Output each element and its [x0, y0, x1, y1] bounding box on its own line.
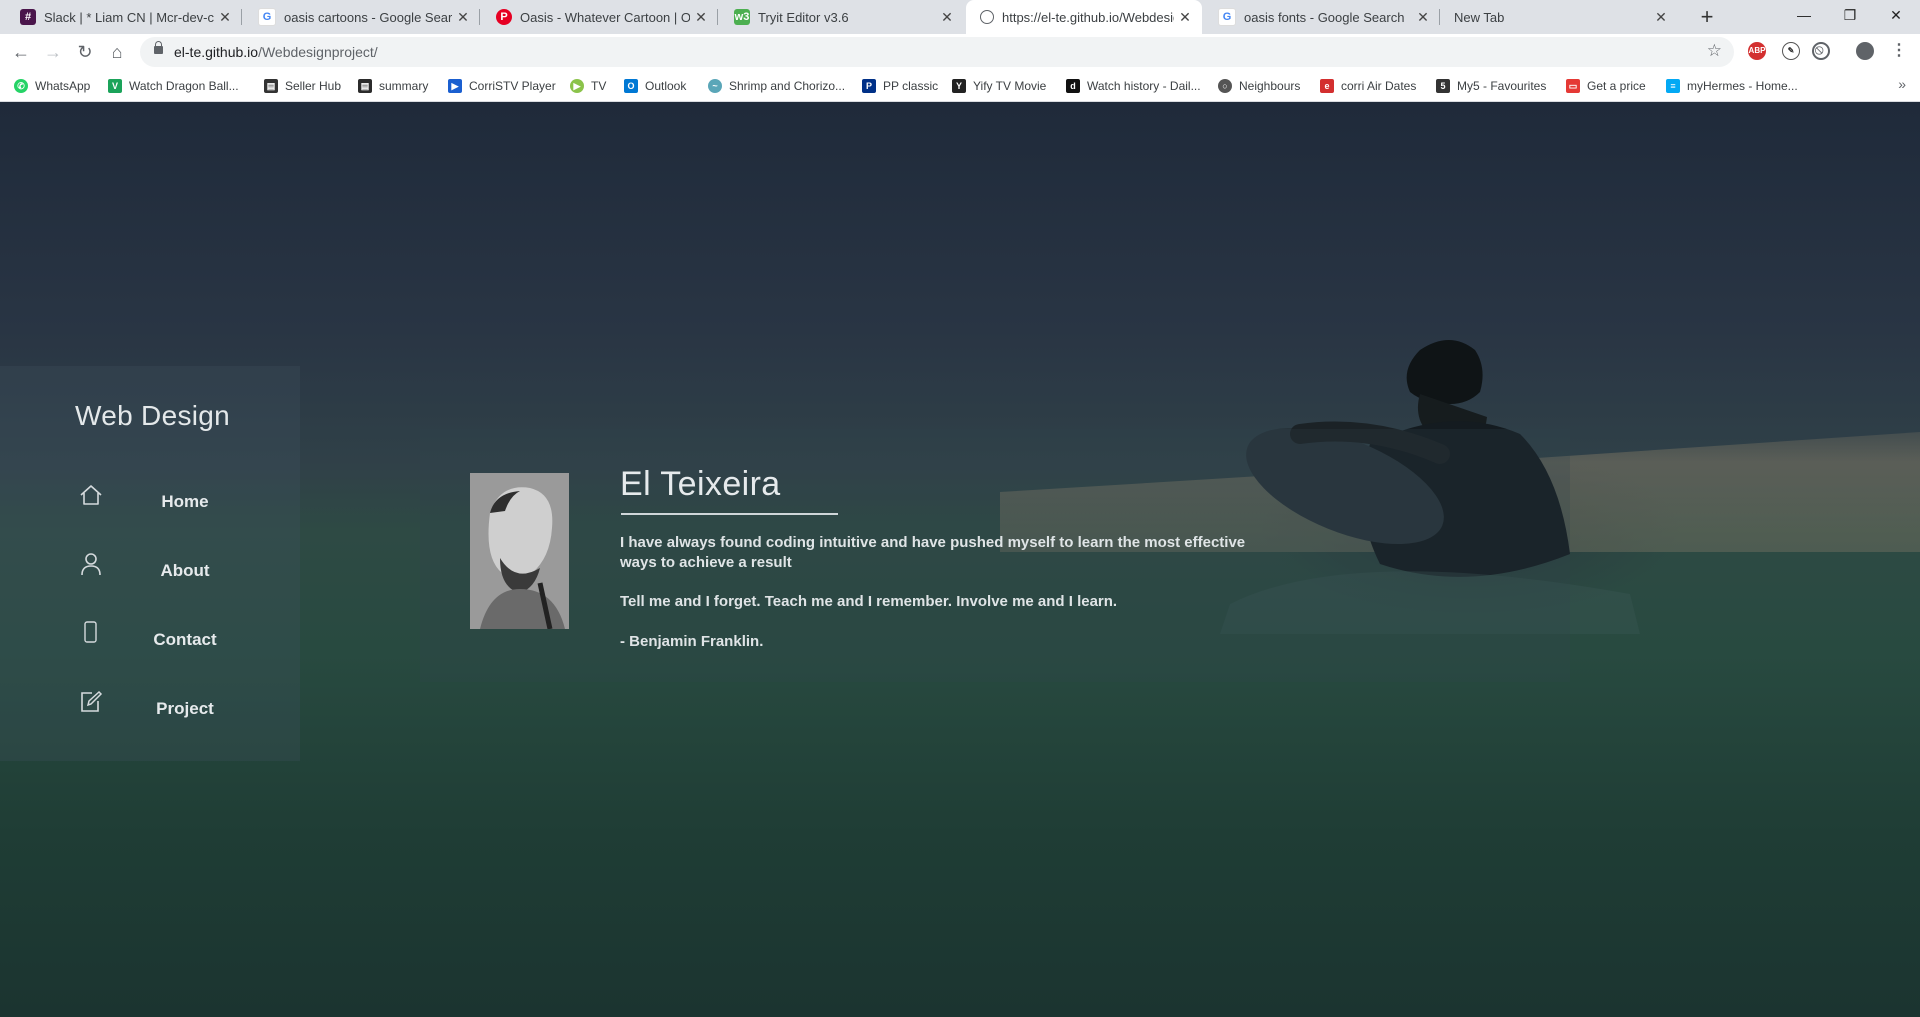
nav-label: Contact: [153, 630, 217, 649]
nav-label: Home: [161, 492, 209, 511]
tab-oasis-cartoons[interactable]: G oasis cartoons - Google Search ✕: [244, 0, 480, 34]
browser-toolbar: ← → ↻ ⌂ el-te.github.io/Webdesignproject…: [0, 34, 1920, 70]
slack-icon: #: [20, 9, 36, 25]
tab-title: Slack | * Liam CN | Mcr-dev-coding: [44, 9, 214, 25]
epg-icon: e: [1320, 79, 1334, 93]
profile-name: El Teixeira: [620, 465, 781, 503]
person-portrait-image: [470, 473, 569, 629]
back-button[interactable]: ←: [7, 38, 35, 66]
browser-chrome: # Slack | * Liam CN | Mcr-dev-coding ✕ G…: [0, 0, 1920, 102]
tab-pinterest[interactable]: P Oasis - Whatever Cartoon | Oasis ✕: [482, 0, 718, 34]
bookmark-item[interactable]: ✆ WhatsApp: [14, 70, 90, 102]
profile-photo: [470, 473, 569, 629]
nav-label: About: [160, 561, 210, 580]
lock-icon: [154, 41, 163, 54]
tab-new-tab[interactable]: New Tab ✕: [1442, 0, 1678, 34]
home-button[interactable]: ⌂: [103, 38, 131, 66]
close-icon[interactable]: ✕: [1174, 9, 1196, 26]
bookmark-star-icon[interactable]: ☆: [1707, 41, 1722, 61]
tab-webdesignproject[interactable]: https://el-te.github.io/Webdesignproject…: [966, 0, 1202, 34]
extension-icon[interactable]: ✎: [1782, 42, 1800, 60]
bookmark-item[interactable]: ▤ Seller Hub: [264, 70, 341, 102]
close-icon[interactable]: ✕: [690, 9, 712, 26]
menu-icon[interactable]: ⋮: [1890, 42, 1908, 60]
tab-slack[interactable]: # Slack | * Liam CN | Mcr-dev-coding ✕: [6, 0, 242, 34]
bookmark-item[interactable]: d Watch history - Dail...: [1066, 70, 1201, 102]
globe-icon: ○: [1218, 79, 1232, 93]
bookmark-item[interactable]: e corri Air Dates: [1320, 70, 1416, 102]
bookmark-item[interactable]: V Watch Dragon Ball...: [108, 70, 239, 102]
bookmark-item[interactable]: ▶ TV: [570, 70, 606, 102]
tab-strip: # Slack | * Liam CN | Mcr-dev-coding ✕ G…: [0, 0, 1920, 34]
quote-author: - Benjamin Franklin.: [620, 633, 764, 650]
site-logo[interactable]: Web Design: [75, 400, 230, 432]
bookmark-item[interactable]: ○ Neighbours: [1218, 70, 1300, 102]
nav-label: Project: [156, 699, 214, 718]
url-text[interactable]: el-te.github.io/Webdesignproject/: [174, 44, 378, 60]
forward-button[interactable]: →: [39, 38, 67, 66]
pinterest-icon: P: [496, 9, 512, 25]
store-icon: ▤: [264, 79, 278, 93]
profile-quote: Tell me and I forget. Teach me and I rem…: [620, 593, 1118, 610]
folder-icon: ▤: [358, 79, 372, 93]
bookmark-item[interactable]: 5 My5 - Favourites: [1436, 70, 1546, 102]
bookmark-item[interactable]: Y Yify TV Movie: [952, 70, 1046, 102]
my5-icon: 5: [1436, 79, 1450, 93]
bookmarks-bar: ✆ WhatsApp V Watch Dragon Ball... ▤ Seller …: [0, 70, 1920, 102]
close-icon[interactable]: ✕: [452, 9, 474, 26]
name-divider: [621, 513, 838, 515]
dailymotion-icon: d: [1066, 79, 1080, 93]
tab-oasis-fonts[interactable]: G oasis fonts - Google Search ✕: [1204, 0, 1440, 34]
bookmark-item[interactable]: P PP classic: [862, 70, 938, 102]
close-icon[interactable]: ✕: [1412, 9, 1434, 26]
bookmark-item[interactable]: ▶ CorriSTV Player: [448, 70, 556, 102]
profile-avatar-icon[interactable]: [1856, 42, 1874, 60]
bookmarks-overflow-icon[interactable]: »: [1898, 76, 1906, 92]
new-tab-button[interactable]: +: [1693, 4, 1721, 30]
globe-icon: [980, 10, 994, 24]
tab-title: oasis cartoons - Google Search: [284, 9, 452, 25]
close-icon[interactable]: ✕: [936, 9, 958, 26]
address-bar[interactable]: el-te.github.io/Webdesignproject/ ☆: [140, 37, 1734, 67]
recipe-icon: ~: [708, 79, 722, 93]
tab-title: oasis fonts - Google Search: [1244, 9, 1405, 25]
play-icon: ▶: [448, 79, 462, 93]
sidebar: Web Design Home About Contact Project: [0, 366, 300, 761]
w3schools-icon: w3: [734, 9, 750, 25]
bookmark-item[interactable]: O Outlook: [624, 70, 686, 102]
minimize-button[interactable]: —: [1781, 0, 1827, 30]
nav-item-home[interactable]: Home: [70, 482, 300, 522]
block-icon[interactable]: ⃠: [1812, 42, 1830, 60]
close-window-button[interactable]: ✕: [1873, 0, 1919, 30]
profile-bio: I have always found coding intuitive and…: [620, 534, 1246, 571]
close-icon[interactable]: ✕: [214, 9, 236, 26]
page-content: Web Design Home About Contact Project El…: [0, 102, 1920, 1017]
truck-icon: ▭: [1566, 79, 1580, 93]
tab-title: New Tab: [1454, 9, 1505, 25]
google-icon: G: [258, 8, 276, 26]
hermes-icon: ≡: [1666, 79, 1680, 93]
yify-icon: Y: [952, 79, 966, 93]
tab-title: Oasis - Whatever Cartoon | Oasis: [520, 9, 690, 25]
shield-icon: V: [108, 79, 122, 93]
bookmark-item[interactable]: ▤ summary: [358, 70, 428, 102]
bookmark-item[interactable]: ~ Shrimp and Chorizo...: [708, 70, 845, 102]
google-icon: G: [1218, 8, 1236, 26]
close-icon[interactable]: ✕: [1650, 9, 1672, 26]
nav-item-about[interactable]: About: [70, 551, 300, 591]
tv-icon: ▶: [570, 79, 584, 93]
bookmark-item[interactable]: ▭ Get a price: [1566, 70, 1646, 102]
paypal-icon: P: [862, 79, 876, 93]
bookmark-item[interactable]: ≡ myHermes - Home...: [1666, 70, 1798, 102]
nav-item-contact[interactable]: Contact: [70, 620, 300, 660]
adblock-icon[interactable]: ABP: [1748, 42, 1766, 60]
outlook-icon: O: [624, 79, 638, 93]
tab-title: Tryit Editor v3.6: [758, 9, 849, 25]
restore-button[interactable]: ❐: [1827, 0, 1873, 30]
reload-button[interactable]: ↻: [71, 38, 99, 66]
nav-item-project[interactable]: Project: [70, 689, 300, 729]
whatsapp-icon: ✆: [14, 79, 28, 93]
tab-tryit-editor[interactable]: w3 Tryit Editor v3.6 ✕: [720, 0, 964, 34]
tab-title: https://el-te.github.io/Webdesignproject…: [1002, 9, 1174, 25]
